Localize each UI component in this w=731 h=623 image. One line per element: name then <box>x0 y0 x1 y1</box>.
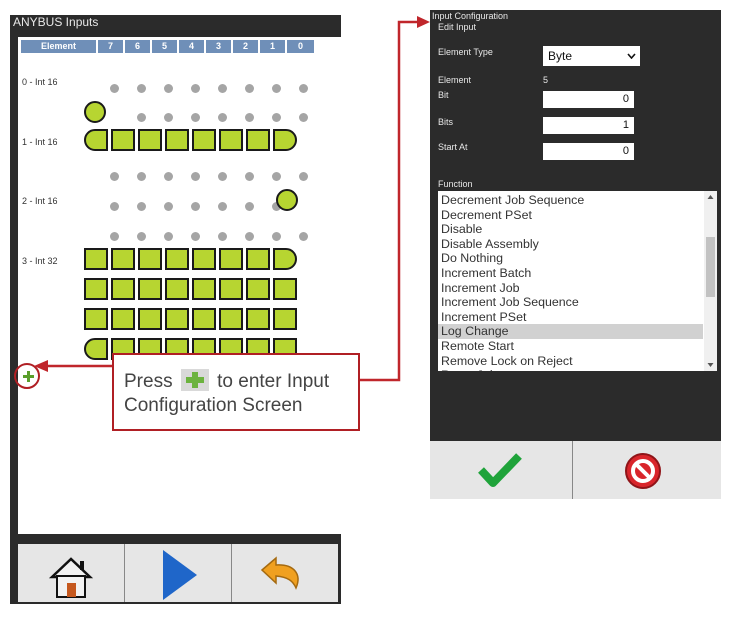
chevron-down-icon <box>627 53 636 59</box>
callout-text-before: Press <box>124 371 173 392</box>
arrow-head-icon <box>417 16 430 28</box>
start-at-label: Start At <box>438 142 468 152</box>
element-type-select[interactable]: Byte <box>543 46 640 66</box>
function-list-scrollbar[interactable] <box>704 191 717 371</box>
function-list-item[interactable]: Increment Batch <box>438 266 703 281</box>
function-list[interactable]: Decrement Job Sequence Decrement PSet Disa… <box>438 191 717 371</box>
function-list-item[interactable]: Disable <box>438 222 703 237</box>
checkmark-icon <box>478 453 522 487</box>
cancel-icon <box>625 453 661 489</box>
function-list-item[interactable]: Disable Assembly <box>438 237 703 252</box>
function-list-item[interactable]: Do Nothing <box>438 251 703 266</box>
function-list-item[interactable]: Increment Job <box>438 281 703 296</box>
function-list-item[interactable]: Remove Lock on Reject <box>438 354 703 369</box>
function-list-item[interactable]: Log Change <box>438 324 703 339</box>
element-type-value: Byte <box>548 49 573 63</box>
bits-input[interactable]: 1 <box>543 117 634 134</box>
arrow-head-icon <box>34 360 48 372</box>
function-list-item[interactable]: Reset Job <box>438 368 703 371</box>
element-value: 5 <box>543 75 549 85</box>
confirm-button[interactable] <box>430 441 573 499</box>
scrollbar-arrows-icon <box>706 195 715 367</box>
panel-title: Input Configuration <box>432 11 509 21</box>
element-label: Element <box>438 75 472 85</box>
element-type-label: Element Type <box>438 47 493 57</box>
bits-label: Bits <box>438 117 454 127</box>
function-list-item[interactable]: Decrement Job Sequence <box>438 193 703 208</box>
bit-input[interactable]: 0 <box>543 91 634 108</box>
bit-label: Bit <box>438 90 449 100</box>
input-configuration-panel: Input Configuration Edit Input Element T… <box>430 10 721 499</box>
right-toolbar <box>430 441 721 499</box>
cancel-button[interactable] <box>573 441 721 499</box>
function-list-item[interactable]: Remote Start <box>438 339 703 354</box>
panel-subtitle: Edit Input <box>438 22 477 32</box>
function-label: Function <box>438 179 473 189</box>
instruction-callout: Press to enter Input Configuration Scree… <box>112 353 360 431</box>
plus-icon <box>180 369 209 391</box>
function-list-item[interactable]: Decrement PSet <box>438 208 703 223</box>
function-list-item[interactable]: Increment PSet <box>438 310 703 325</box>
function-list-item[interactable]: Increment Job Sequence <box>438 295 703 310</box>
start-at-input[interactable]: 0 <box>543 143 634 160</box>
